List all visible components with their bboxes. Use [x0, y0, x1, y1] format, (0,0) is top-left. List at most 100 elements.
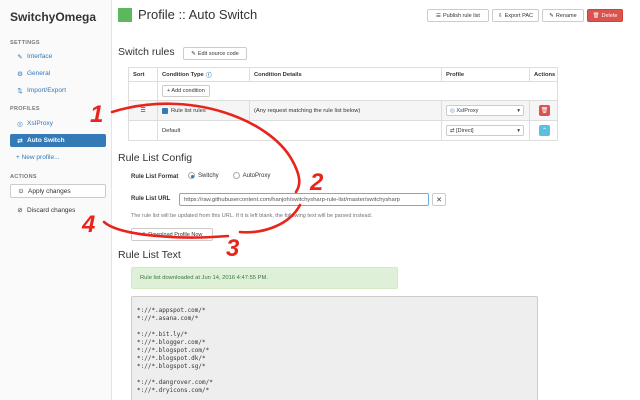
rule-list-format-label: Rule List Format [131, 174, 179, 180]
edit-source-code-button[interactable]: ✎ Edit source code [183, 47, 247, 60]
rename-label: Rename [555, 12, 577, 19]
column-header-sort: Sort [133, 71, 145, 78]
download-icon: ⇩ [498, 12, 503, 19]
condition-type-label: Condition Type [162, 71, 204, 78]
clear-url-button[interactable]: ✕ [432, 193, 446, 206]
add-condition-row: + Add condition [129, 81, 557, 100]
new-profile-label: + New profile... [16, 154, 60, 161]
discard-icon: ⊘ [17, 207, 23, 214]
sidebar-item-label: Import/Export [27, 87, 67, 94]
rule-list-line [137, 371, 532, 379]
default-actions-cell: ⌃ [529, 121, 559, 140]
rule-list-line: *://*.asana.com/* [137, 315, 199, 322]
default-label-cell: Default [157, 121, 441, 140]
rule-list-line: *://*.dangrover.com/* [137, 379, 213, 386]
globe-icon: ◎ [450, 107, 455, 114]
drag-handle-icon[interactable]: ☰ [129, 101, 157, 120]
caret-down-icon: ▾ [517, 107, 520, 114]
add-condition-button[interactable]: + Add condition [162, 85, 210, 97]
sidebar-item-label: XsIProxy [27, 120, 54, 127]
download-icon: ⇩ [141, 231, 147, 238]
checkbox-icon[interactable] [162, 107, 168, 114]
sidebar-item-general[interactable]: ⚙ General [10, 67, 106, 80]
default-row: Default ⇄ [Direct] ▾ ⌃ [129, 120, 557, 140]
download-profile-button[interactable]: ⇩ Download Profile Now [131, 228, 213, 241]
publish-label: Publish rule list [442, 12, 480, 19]
export-label: Export PAC [504, 12, 533, 19]
wrench-icon: ✎ [17, 53, 23, 61]
profile-select-value: XsIProxy [456, 107, 479, 114]
close-icon: ✕ [436, 196, 442, 204]
settings-header: SETTINGS [10, 40, 40, 46]
code-icon: ✎ [191, 50, 196, 57]
check-circle-icon: ⊙ [18, 188, 24, 195]
rule-list-line: *://*.blogger.com/* [137, 339, 206, 346]
empty-cell [129, 121, 157, 140]
rule-list-textarea[interactable]: *://*.appspot.com/* *://*.asana.com/* *://… [131, 296, 538, 400]
format-option-label: AutoProxy [242, 172, 271, 179]
rule-list-url-input[interactable]: https://raw.githubusercontent.com/hanjoh… [179, 193, 429, 206]
default-profile-select[interactable]: ⇄ [Direct] ▾ [446, 125, 524, 136]
default-profile-value: [Direct] [456, 127, 474, 134]
publish-rule-list-button[interactable]: ☰ Publish rule list [427, 9, 489, 22]
sidebar-item-interface[interactable]: ✎ Interface [10, 50, 106, 63]
download-status-alert: Rule list downloaded at Jun 14, 2016 4:4… [131, 267, 398, 289]
add-condition-cell: + Add condition [157, 82, 559, 100]
profiles-header: PROFILES [10, 106, 40, 112]
help-icon[interactable]: ⓘ [206, 70, 212, 79]
rule-list-config-title: Rule List Config [118, 152, 193, 164]
sidebar: SwitchyOmega SETTINGS ✎ Interface ⚙ Gene… [0, 0, 112, 400]
brand-title: SwitchyOmega [10, 10, 97, 24]
condition-type-cell[interactable]: Rule list rules [157, 101, 249, 120]
annotation-number-3: 3 [226, 235, 240, 262]
column-header-condition-type: Condition Type ⓘ [157, 68, 249, 81]
column-header-profile: Profile [441, 68, 529, 81]
caret-down-icon: ▾ [517, 127, 520, 134]
rule-list-format-group: Switchy AutoProxy [188, 172, 270, 179]
sidebar-item-label: General [27, 70, 51, 77]
discard-changes-button[interactable]: ⊘ Discard changes [10, 203, 106, 217]
pencil-icon: ✎ [549, 12, 554, 19]
delete-rule-button[interactable]: 🗑 [539, 105, 550, 116]
rule-list-line [137, 323, 532, 331]
radio-unselected-icon [232, 172, 240, 179]
new-profile-link[interactable]: + New profile... [10, 151, 106, 164]
sidebar-item-label: Auto Switch [27, 137, 65, 144]
list-icon: ☰ [436, 12, 441, 19]
table-header-row: Sort Condition Type ⓘ Condition Details … [129, 68, 557, 81]
trash-icon: 🗑 [540, 108, 549, 114]
page-title: Profile :: Auto Switch [118, 7, 257, 22]
apply-changes-label: Apply changes [28, 187, 71, 195]
discard-changes-label: Discard changes [27, 206, 76, 214]
move-up-button[interactable]: ⌃ [539, 125, 550, 136]
format-radio-autoproxy[interactable]: AutoProxy [232, 172, 271, 179]
switch-rules-title: Switch rules [118, 46, 175, 58]
profile-color-swatch[interactable] [118, 7, 132, 22]
apply-changes-button[interactable]: ⊙ Apply changes [10, 184, 106, 198]
delete-button[interactable]: 🗑 Delete [587, 9, 623, 22]
condition-details-cell: (Any request matching the rule list belo… [249, 101, 441, 120]
rule-list-line: *://*.blogspot.dk/* [137, 355, 206, 362]
default-profile-cell: ⇄ [Direct] ▾ [441, 121, 529, 140]
sidebar-item-auto-switch[interactable]: ⇄ Auto Switch [10, 134, 106, 147]
column-header-condition-details: Condition Details [249, 68, 441, 81]
rename-button[interactable]: ✎ Rename [542, 9, 584, 22]
trash-icon: 🗑 [592, 12, 600, 19]
radio-selected-icon [188, 172, 195, 179]
rule-list-line: *://*.appspot.com/* [137, 307, 206, 314]
annotation-number-2: 2 [309, 169, 324, 196]
sidebar-item-xsiproxy[interactable]: ◎ XsIProxy [10, 117, 106, 130]
globe-icon: ◎ [17, 120, 23, 128]
sidebar-item-import-export[interactable]: ⇅ Import/Export [10, 84, 106, 97]
switch-icon: ⇄ [17, 137, 23, 145]
rule-list-line: *://*.dryicons.com/* [137, 387, 210, 394]
actions-cell: 🗑 [529, 101, 559, 120]
format-radio-switchy[interactable]: Switchy [188, 172, 219, 179]
format-option-label: Switchy [198, 172, 219, 179]
profile-select[interactable]: ◎ XsIProxy ▾ [446, 105, 524, 116]
export-pac-button[interactable]: ⇩ Export PAC [492, 9, 539, 22]
direct-icon: ⇄ [450, 127, 455, 134]
rule-list-line: *://*.blogspot.sg/* [137, 363, 206, 370]
condition-type-value: Rule list rules [171, 107, 206, 114]
page-title-text: Profile :: Auto Switch [138, 7, 258, 22]
